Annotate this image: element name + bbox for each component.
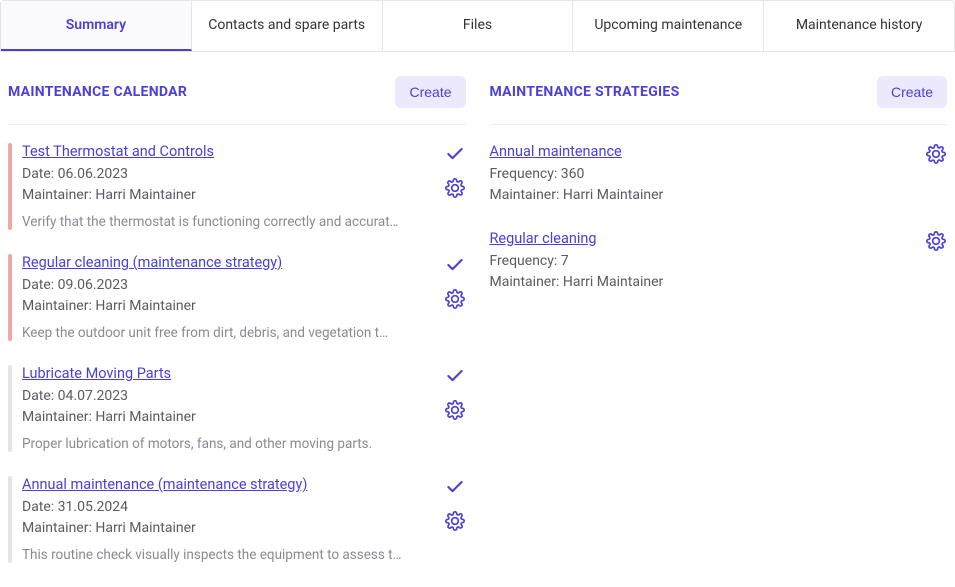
tab-files[interactable]: Files [383,1,574,51]
calendar-list: Test Thermostat and Controls Date: 06.06.… [8,143,466,563]
tab-upcoming-maintenance[interactable]: Upcoming maintenance [573,1,764,51]
calendar-item-body: Annual maintenance (maintenance strategy… [22,476,434,563]
calendar-item-desc: Proper lubrication of motors, fans, and … [22,436,434,452]
calendar-item: Lubricate Moving Parts Date: 04.07.2023Ma… [8,365,466,452]
calendar-create-button[interactable]: Create [395,76,465,108]
calendar-item-desc: Keep the outdoor unit free from dirt, de… [22,325,434,341]
calendar-header: MAINTENANCE CALENDAR Create [8,76,466,125]
calendar-item-desc: This routine check visually inspects the… [22,547,434,563]
calendar-item-actions [444,476,466,563]
calendar-item-title[interactable]: Test Thermostat and Controls [22,143,214,160]
strategies-column: MAINTENANCE STRATEGIES Create Annual mai… [490,76,948,587]
strategy-item: Annual maintenance Frequency: 360Maintain… [490,143,948,206]
gear-icon[interactable] [925,230,947,252]
tab-contacts-and-spare-parts[interactable]: Contacts and spare parts [192,1,383,51]
strategies-create-button[interactable]: Create [877,76,947,108]
check-icon[interactable] [444,254,466,276]
strategy-item-maintainer: Maintainer: Harri Maintainer [490,272,916,293]
strategies-title: MAINTENANCE STRATEGIES [490,84,680,100]
calendar-item-maintainer: Maintainer: Harri Maintainer [22,518,434,539]
status-bar [8,365,12,452]
check-icon[interactable] [444,365,466,387]
strategy-item-frequency: Frequency: 360 [490,164,916,185]
strategy-item-title[interactable]: Annual maintenance [490,143,622,160]
strategy-item-actions [925,230,947,293]
gear-icon[interactable] [444,510,466,532]
calendar-item-maintainer: Maintainer: Harri Maintainer [22,296,434,317]
calendar-column: MAINTENANCE CALENDAR Create Test Thermos… [8,76,466,587]
calendar-item-body: Test Thermostat and Controls Date: 06.06.… [22,143,434,230]
strategy-item-title[interactable]: Regular cleaning [490,230,597,247]
calendar-item-body: Lubricate Moving Parts Date: 04.07.2023Ma… [22,365,434,452]
tabs: SummaryContacts and spare partsFilesUpco… [0,0,955,52]
calendar-item-actions [444,365,466,452]
calendar-item-title[interactable]: Lubricate Moving Parts [22,365,171,382]
content: MAINTENANCE CALENDAR Create Test Thermos… [0,52,955,587]
strategy-item-body: Regular cleaning Frequency: 7Maintainer: … [490,230,916,293]
calendar-title: MAINTENANCE CALENDAR [8,84,187,100]
check-icon[interactable] [444,143,466,165]
tab-summary[interactable]: Summary [1,1,192,51]
strategy-item-body: Annual maintenance Frequency: 360Maintain… [490,143,916,206]
calendar-item: Annual maintenance (maintenance strategy… [8,476,466,563]
gear-icon[interactable] [444,288,466,310]
calendar-item-title[interactable]: Annual maintenance (maintenance strategy… [22,476,307,493]
gear-icon[interactable] [925,143,947,165]
calendar-item-maintainer: Maintainer: Harri Maintainer [22,407,434,428]
calendar-item: Regular cleaning (maintenance strategy) D… [8,254,466,341]
strategy-item-actions [925,143,947,206]
calendar-item: Test Thermostat and Controls Date: 06.06.… [8,143,466,230]
strategy-item-maintainer: Maintainer: Harri Maintainer [490,185,916,206]
gear-icon[interactable] [444,177,466,199]
tab-maintenance-history[interactable]: Maintenance history [764,1,954,51]
strategy-item: Regular cleaning Frequency: 7Maintainer: … [490,230,948,293]
calendar-item-date: Date: 04.07.2023 [22,386,434,407]
gear-icon[interactable] [444,399,466,421]
calendar-item-date: Date: 09.06.2023 [22,275,434,296]
calendar-item-body: Regular cleaning (maintenance strategy) D… [22,254,434,341]
calendar-item-actions [444,143,466,230]
status-bar [8,143,12,230]
status-bar [8,476,12,563]
calendar-item-title[interactable]: Regular cleaning (maintenance strategy) [22,254,282,271]
calendar-item-actions [444,254,466,341]
calendar-item-maintainer: Maintainer: Harri Maintainer [22,185,434,206]
strategies-list: Annual maintenanceFrequency: 360Maintain… [490,143,948,293]
calendar-item-date: Date: 31.05.2024 [22,497,434,518]
status-bar [8,254,12,341]
check-icon[interactable] [444,476,466,498]
calendar-item-desc: Verify that the thermostat is functionin… [22,214,434,230]
calendar-item-date: Date: 06.06.2023 [22,164,434,185]
strategies-header: MAINTENANCE STRATEGIES Create [490,76,948,125]
strategy-item-frequency: Frequency: 7 [490,251,916,272]
